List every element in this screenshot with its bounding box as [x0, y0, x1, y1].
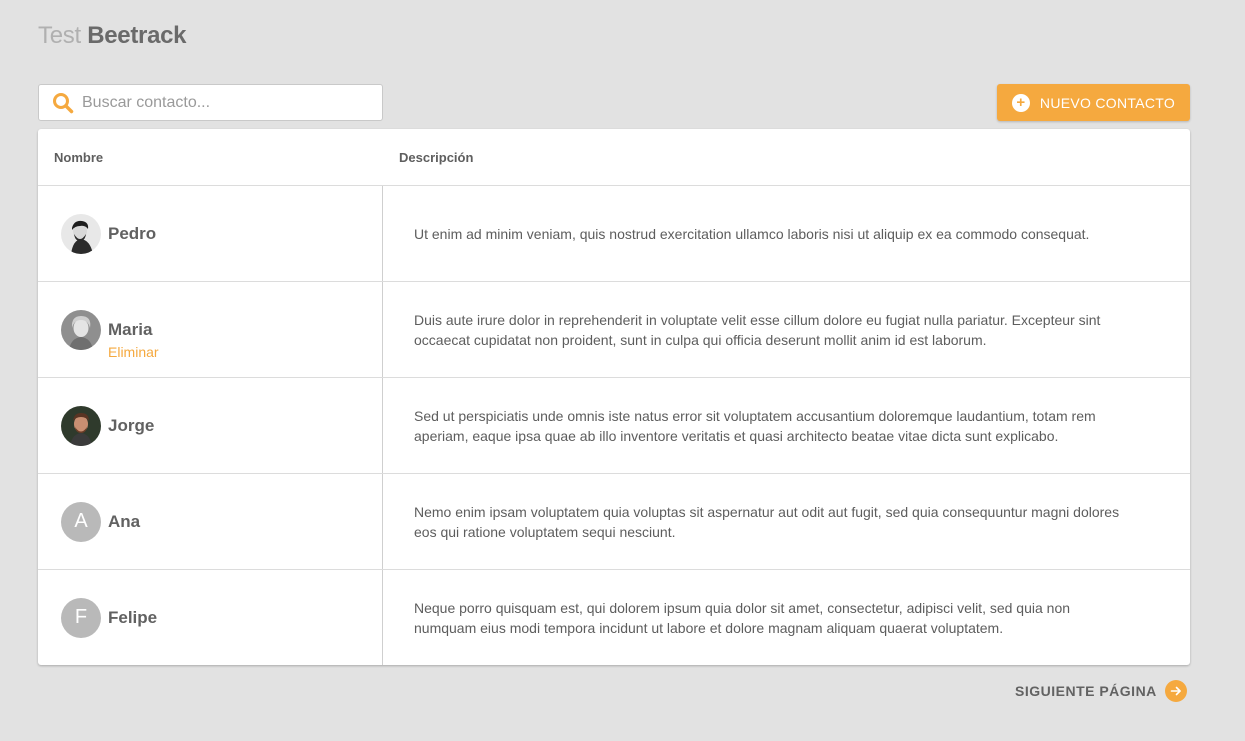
- avatar: [61, 213, 101, 254]
- contact-name: Maria: [108, 319, 153, 339]
- name-cell: F Felipe: [38, 570, 383, 665]
- contact-name: Felipe: [108, 607, 158, 627]
- name-cell: Jorge: [38, 378, 383, 473]
- contact-name-wrap: Maria Eliminar: [108, 319, 159, 360]
- search-icon: [52, 92, 74, 114]
- avatar: F: [61, 597, 101, 638]
- table-row[interactable]: Jorge Sed ut perspiciatis unde omnis ist…: [38, 378, 1190, 474]
- name-cell: Pedro: [38, 186, 383, 281]
- description-cell: Duis aute irure dolor in reprehenderit i…: [414, 311, 1101, 348]
- search-box[interactable]: [38, 84, 383, 121]
- contacts-table: Nombre Descripción Pedro Ut enim ad mini…: [38, 129, 1190, 665]
- description-cell: Neque porro quisquam est, qui dolorem ip…: [414, 599, 1071, 636]
- contact-name-wrap: Felipe: [108, 608, 157, 628]
- table-header: Nombre Descripción: [38, 129, 1190, 186]
- table-row[interactable]: F Felipe Neque porro quisquam est, qui d…: [38, 570, 1190, 665]
- contact-name-wrap: Jorge: [108, 416, 154, 436]
- search-input[interactable]: [82, 93, 362, 112]
- description-cell: Ut enim ad minim veniam, quis nostrud ex…: [414, 225, 1090, 242]
- next-page-label: SIGUIENTE PÁGINA: [1015, 683, 1157, 699]
- app-title: Test Beetrack: [38, 22, 187, 50]
- contact-name-wrap: Ana: [108, 512, 140, 532]
- table-row[interactable]: Maria Eliminar Duis aute irure dolor in …: [38, 282, 1190, 378]
- description-cell: Nemo enim ipsam voluptatem quia voluptas…: [414, 503, 1120, 540]
- new-contact-button[interactable]: + NUEVO CONTACTO: [997, 84, 1190, 121]
- contact-name: Ana: [108, 511, 141, 531]
- arrow-right-circle-icon: [1164, 680, 1187, 702]
- new-contact-label: NUEVO CONTACTO: [1039, 94, 1176, 111]
- column-header-description: Descripción: [399, 149, 474, 165]
- contact-name-wrap: Pedro: [108, 224, 156, 244]
- table-row[interactable]: A Ana Nemo enim ipsam voluptatem quia vo…: [38, 474, 1190, 570]
- contact-name: Jorge: [108, 415, 155, 435]
- column-header-name: Nombre: [54, 149, 104, 165]
- app-title-light: Test: [38, 22, 81, 49]
- delete-link[interactable]: Eliminar: [108, 344, 159, 360]
- plus-circle-icon: +: [1011, 93, 1030, 112]
- avatar: A: [61, 501, 101, 542]
- contact-name: Pedro: [108, 223, 157, 243]
- next-page-button[interactable]: SIGUIENTE PÁGINA: [1015, 680, 1187, 702]
- avatar: [61, 309, 101, 350]
- table-row[interactable]: Pedro Ut enim ad minim veniam, quis nost…: [38, 186, 1190, 282]
- app-title-bold: Beetrack: [87, 22, 187, 49]
- name-cell: A Ana: [38, 474, 383, 569]
- description-cell: Sed ut perspiciatis unde omnis iste natu…: [414, 407, 1096, 444]
- name-cell: Maria Eliminar: [38, 282, 383, 377]
- avatar: [61, 405, 101, 446]
